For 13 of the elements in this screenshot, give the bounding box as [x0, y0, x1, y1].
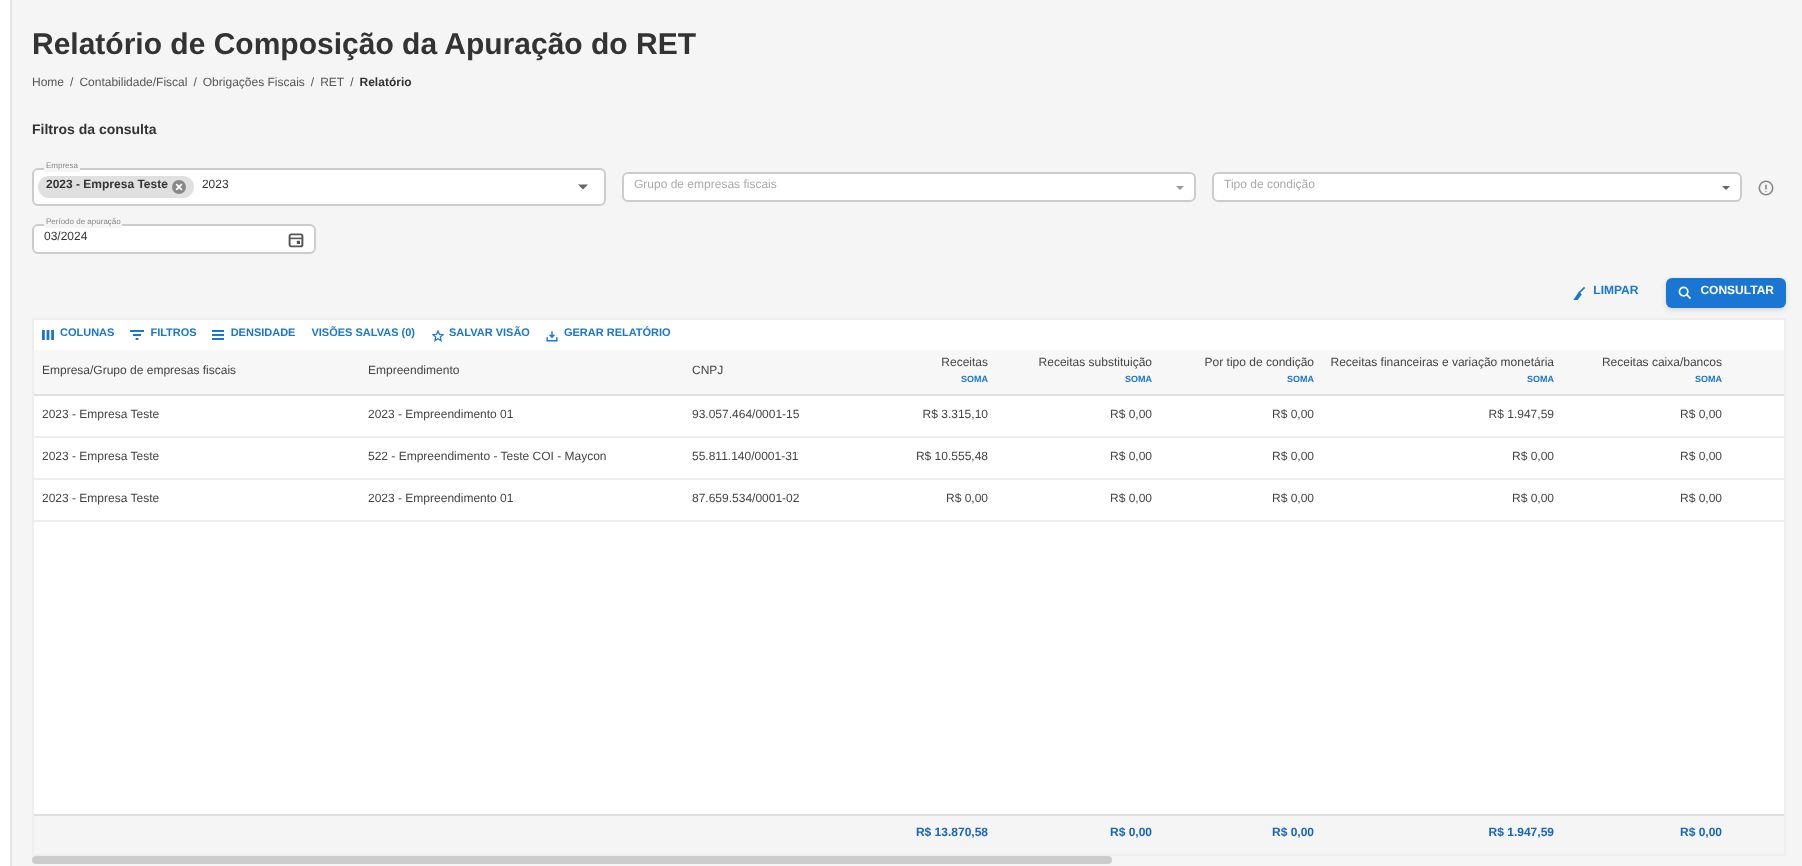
info-icon[interactable]	[1758, 179, 1774, 195]
dropdown-icon[interactable]	[578, 184, 588, 190]
calendar-icon[interactable]	[288, 231, 304, 247]
page-title: Relatório de Composição da Apuração do RET	[32, 26, 698, 66]
remove-icon[interactable]	[171, 180, 186, 194]
columns-icon	[42, 330, 54, 340]
density-icon	[212, 330, 225, 340]
search-icon	[1678, 286, 1693, 300]
filter-icon	[130, 330, 145, 340]
download-icon	[545, 329, 558, 341]
star-icon	[431, 329, 443, 341]
scrollbar[interactable]	[32, 856, 1112, 864]
broom-icon	[1571, 286, 1586, 300]
